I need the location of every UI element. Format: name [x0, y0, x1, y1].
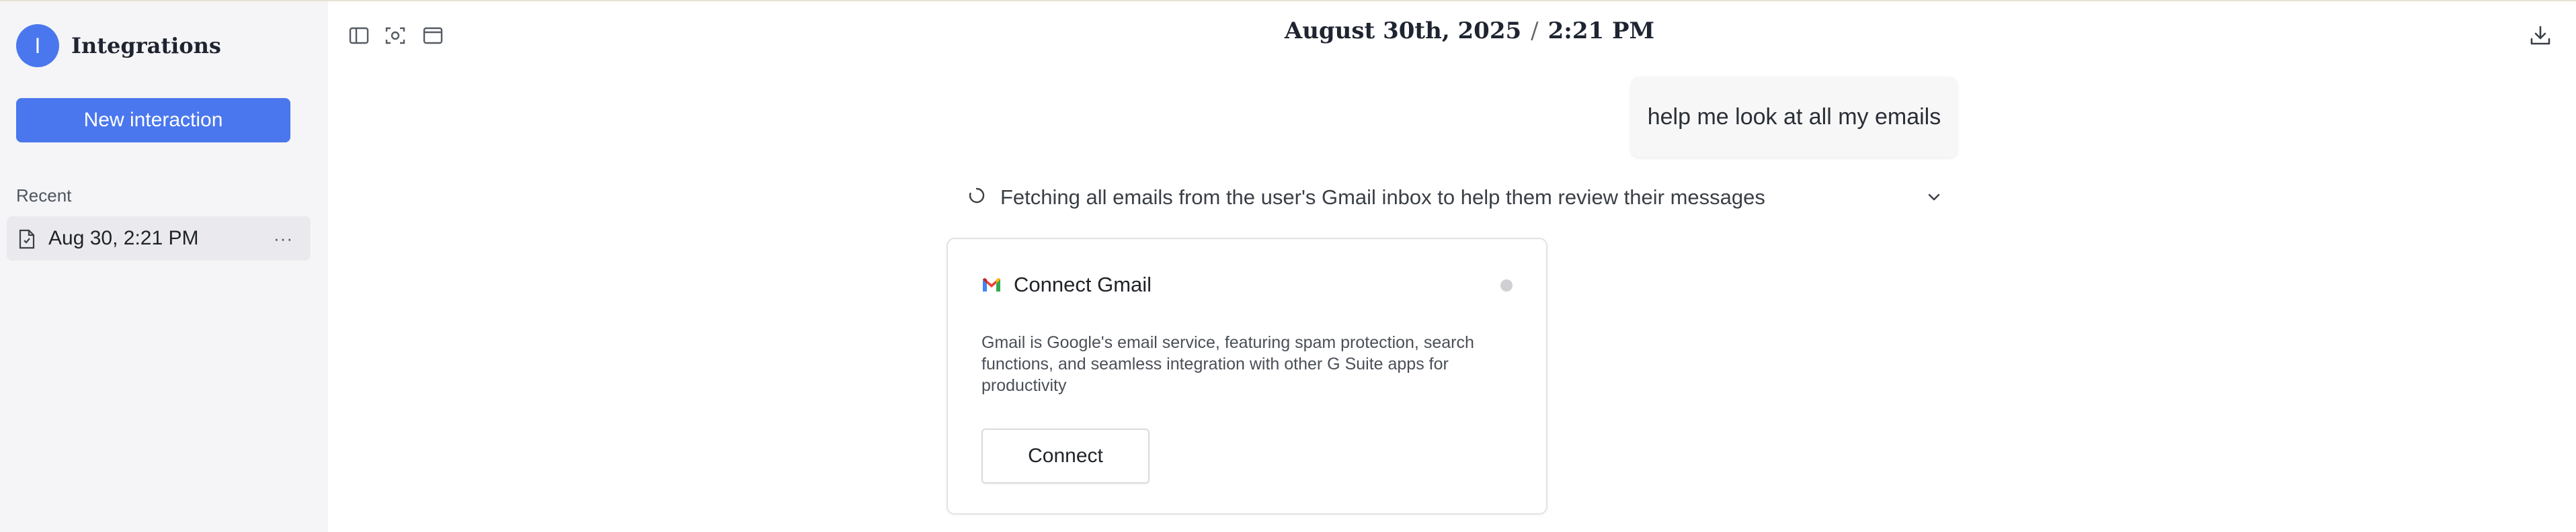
spinner-icon — [969, 187, 985, 204]
date-separator: / — [1531, 17, 1539, 44]
sidebar: I Integrations New interaction Recent Au… — [0, 1, 328, 532]
status-row[interactable]: Fetching all emails from the user's Gmai… — [968, 183, 1943, 212]
brand-title: Integrations — [71, 33, 221, 58]
top-border — [0, 0, 2576, 1]
recent-label: Recent — [16, 185, 72, 206]
screenshot-icon[interactable] — [385, 25, 406, 46]
recent-item-label: Aug 30, 2:21 PM — [48, 227, 199, 249]
app-root: I Integrations New interaction Recent Au… — [0, 0, 2576, 532]
page-title: August 30th, 2025 / 2:21 PM — [1234, 17, 1705, 44]
time-text: 2:21 PM — [1547, 17, 1655, 44]
connection-status-dot — [1500, 279, 1513, 292]
sidebar-toggle-icon[interactable] — [348, 25, 370, 46]
connect-button[interactable]: Connect — [981, 429, 1150, 484]
download-icon[interactable] — [2529, 24, 2552, 47]
user-message: help me look at all my emails — [1631, 77, 1958, 157]
recent-item[interactable]: Aug 30, 2:21 PM ··· — [7, 216, 311, 261]
new-interaction-button[interactable]: New interaction — [16, 98, 290, 142]
brand: I Integrations — [16, 24, 221, 67]
card-title: Connect Gmail — [1014, 273, 1152, 296]
browser-window-icon[interactable] — [422, 25, 444, 46]
connect-gmail-card: Connect Gmail Gmail is Google's email se… — [947, 238, 1547, 515]
gmail-icon — [983, 278, 1000, 292]
status-text: Fetching all emails from the user's Gmai… — [1000, 185, 1765, 209]
chevron-down-icon[interactable] — [1925, 188, 1943, 206]
card-description: Gmail is Google's email service, featuri… — [981, 333, 1474, 395]
date-text: August 30th, 2025 — [1284, 17, 1522, 44]
recent-item-more-button[interactable]: ··· — [274, 228, 293, 249]
brand-avatar[interactable]: I — [16, 24, 59, 67]
document-icon — [19, 229, 35, 249]
